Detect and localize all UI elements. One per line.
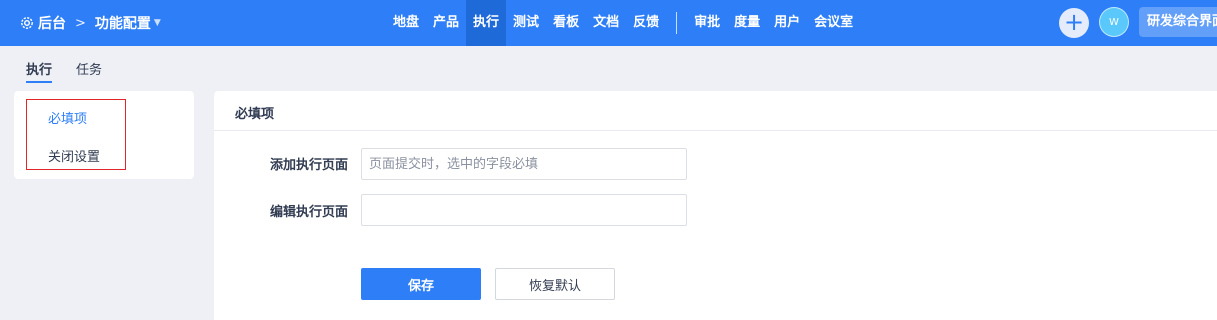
nav-item-doc[interactable]: 文档 [586,0,626,46]
main-nav: 地盘 产品 执行 测试 看板 文档 反馈 审批 度量 用户 会议室 [386,0,860,46]
nav-item-test[interactable]: 测试 [506,0,546,46]
active-tab-indicator [26,81,52,83]
nav-item-execution[interactable]: 执行 [466,0,507,46]
add-execution-page-label: 添加执行页面 [269,158,348,173]
sidebar-item-required[interactable]: 必填项 [48,108,87,127]
panel-title: 必填项 [235,107,275,122]
nav-item-approval[interactable]: 审批 [687,0,727,46]
breadcrumb: 后台 > 功能配置 ▼ [20,0,161,46]
sidebar-item-close-settings[interactable]: 关闭设置 [48,146,100,165]
nav-item-user[interactable]: 用户 [767,0,807,46]
restore-default-button[interactable]: 恢复默认 [495,268,615,300]
panel-header: 必填项 [214,91,1217,131]
sub-tabs: 执行 任务 [0,46,1217,86]
breadcrumb-current[interactable]: 功能配置 [95,13,151,33]
nav-item-kanban[interactable]: 看板 [546,0,586,46]
add-execution-page-field[interactable] [361,148,687,180]
nav-item-metric[interactable]: 度量 [727,0,767,46]
gear-icon[interactable] [20,16,34,30]
nav-item-meeting-room[interactable]: 会议室 [807,0,860,46]
save-button[interactable]: 保存 [361,268,481,300]
workspace-switch-button[interactable]: 研发综合界面 [1139,7,1217,37]
edit-execution-page-field[interactable] [361,194,687,226]
plus-icon[interactable]: + [1059,8,1089,38]
nav-divider [676,12,678,34]
settings-sidebar: 必填项 关闭设置 [14,91,194,179]
edit-execution-page-label: 编辑执行页面 [269,205,348,220]
top-navigation-bar: 后台 > 功能配置 ▼ 地盘 产品 执行 测试 看板 文档 反馈 审批 度量 用… [0,0,1217,46]
breadcrumb-separator: > [75,15,86,31]
nav-item-feedback[interactable]: 反馈 [626,0,666,46]
caret-down-icon[interactable]: ▼ [154,18,161,28]
nav-item-my[interactable]: 地盘 [386,0,426,46]
tab-task[interactable]: 任务 [76,59,102,78]
breadcrumb-root[interactable]: 后台 [38,13,66,33]
avatar[interactable]: W [1099,7,1129,37]
settings-panel: 必填项 添加执行页面 编辑执行页面 保存 恢复默认 [214,91,1217,320]
tab-execution[interactable]: 执行 [26,59,52,78]
nav-item-product[interactable]: 产品 [426,0,466,46]
